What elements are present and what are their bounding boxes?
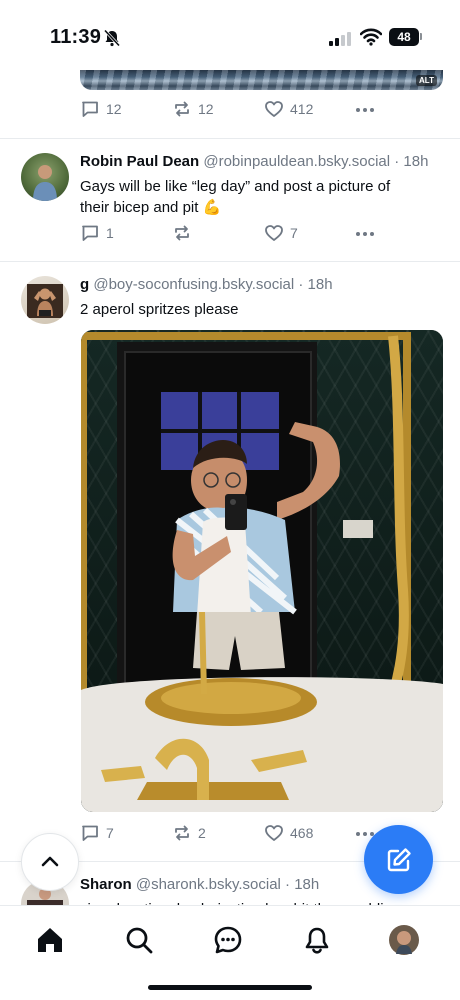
post-header: Sharon @sharonk.bsky.social · 18h <box>80 876 319 893</box>
reply-button[interactable]: 12 <box>80 99 122 119</box>
cellular-signal-icon <box>329 30 351 46</box>
post-time: · 18h <box>285 876 320 893</box>
speech-bubble-icon <box>82 825 98 841</box>
search-icon <box>126 927 153 954</box>
home-icon <box>38 928 62 952</box>
reply-count: 7 <box>106 825 114 841</box>
like-count: 7 <box>290 225 298 241</box>
like-button[interactable]: 7 <box>264 223 298 243</box>
bell-icon <box>305 927 329 954</box>
repost-count: 2 <box>198 825 206 841</box>
repost-button[interactable]: 2 <box>172 823 206 843</box>
handle[interactable]: @sharonk.bsky.social <box>136 876 281 893</box>
post-text-line: 2 aperol spritzes please <box>80 301 239 318</box>
reply-count: 1 <box>106 225 114 241</box>
repost-arrows-icon <box>175 825 189 841</box>
post-text: 2 aperol spritzes please <box>80 299 238 320</box>
like-button[interactable]: 412 <box>264 99 313 119</box>
handle[interactable]: @robinpauldean.bsky.social <box>203 153 390 170</box>
post-text-line: Gays will be like “leg day” and post a p… <box>80 178 391 195</box>
more-options-button[interactable] <box>356 232 374 236</box>
post-time: · 18h <box>394 153 429 170</box>
like-count: 412 <box>290 101 314 117</box>
bell-slash-icon <box>103 29 121 47</box>
post-actions: 12 12 412 <box>80 99 380 123</box>
post-image-partial[interactable]: ALT <box>80 70 443 90</box>
compose-pencil-icon <box>387 847 411 871</box>
status-time: 11:39 <box>50 26 102 48</box>
avatar[interactable] <box>21 276 69 324</box>
nav-profile[interactable] <box>388 924 420 956</box>
more-options-button[interactable] <box>356 832 374 836</box>
scroll-to-top-button[interactable] <box>21 833 79 891</box>
avatar[interactable] <box>21 153 69 201</box>
nav-chat[interactable] <box>212 924 244 956</box>
like-button[interactable]: 468 <box>264 823 313 843</box>
post-header: Robin Paul Dean @robinpauldean.bsky.soci… <box>80 153 428 170</box>
profile-avatar <box>389 925 419 955</box>
wifi-icon <box>360 28 382 46</box>
post-actions: 7 2 468 <box>80 823 380 847</box>
display-name[interactable]: Sharon <box>80 876 132 893</box>
post-header: g @boy-soconfusing.bsky.social · 18h <box>80 276 333 293</box>
chevron-up-icon <box>41 856 59 867</box>
battery-indicator: 48 <box>389 28 419 46</box>
nav-home[interactable] <box>34 924 66 956</box>
post-time: · 18h <box>298 276 333 293</box>
compose-post-button[interactable] <box>364 825 433 894</box>
like-count: 468 <box>290 825 314 841</box>
handle[interactable]: @boy-soconfusing.bsky.social <box>93 276 294 293</box>
reply-button[interactable]: 7 <box>80 823 114 843</box>
mirror-selfie-illustration <box>81 332 443 812</box>
post-divider <box>0 261 460 262</box>
post-divider <box>0 138 460 139</box>
home-indicator <box>148 985 312 990</box>
display-name[interactable]: g <box>80 276 89 293</box>
status-bar: 11:39 48 <box>0 0 460 72</box>
more-options-button[interactable] <box>356 108 374 112</box>
alt-text-badge[interactable]: ALT <box>416 75 437 86</box>
speech-bubble-icon <box>82 225 98 241</box>
battery-tip <box>420 33 422 40</box>
avatar-person-image <box>33 165 57 201</box>
repost-count: 12 <box>198 101 214 117</box>
repost-arrows-icon <box>175 225 189 241</box>
heart-icon <box>265 225 283 241</box>
post-actions: 1 7 <box>80 223 380 247</box>
post-text: Gays will be like “leg day” and post a p… <box>80 176 390 218</box>
nav-search[interactable] <box>123 924 155 956</box>
heart-icon <box>265 101 283 117</box>
avatar-person-image <box>27 284 63 318</box>
post-text-line: their bicep and pit 💪 <box>80 199 222 216</box>
heart-icon <box>265 825 283 841</box>
chat-icon <box>214 926 242 954</box>
repost-button[interactable] <box>172 223 198 243</box>
post-image[interactable] <box>81 330 443 812</box>
reply-button[interactable]: 1 <box>80 223 114 243</box>
reply-count: 12 <box>106 101 122 117</box>
repost-button[interactable]: 12 <box>172 99 214 119</box>
display-name[interactable]: Robin Paul Dean <box>80 153 199 170</box>
nav-notifications[interactable] <box>301 924 333 956</box>
repost-arrows-icon <box>175 101 189 117</box>
speech-bubble-icon <box>82 101 98 117</box>
